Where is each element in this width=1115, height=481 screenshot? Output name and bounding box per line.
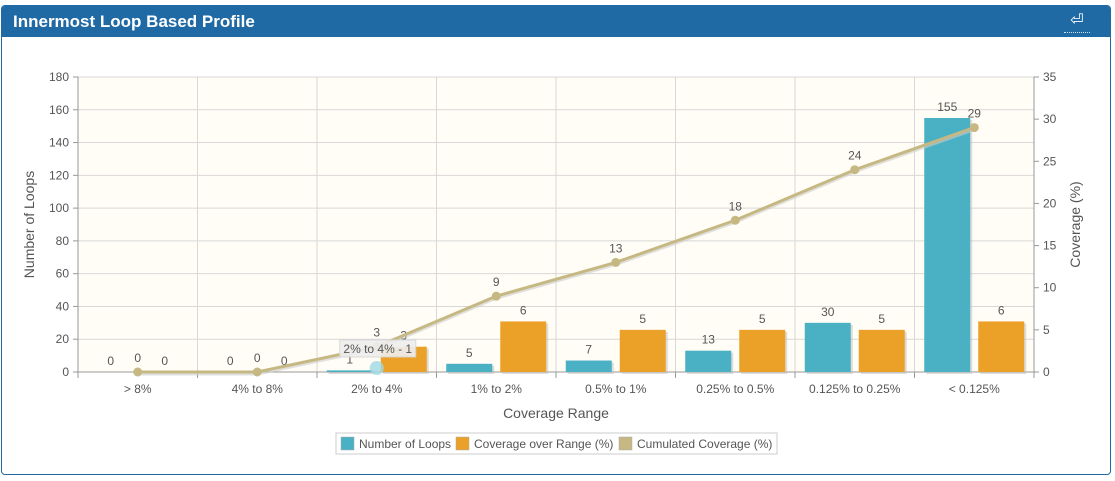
right-tick-label: 30: [1043, 112, 1057, 126]
left-tick-label: 160: [49, 103, 69, 117]
x-tick-label: 1% to 2%: [471, 382, 523, 396]
data-label-loops: 0: [227, 354, 234, 368]
left-tick-label: 140: [49, 136, 69, 150]
left-tick-label: 20: [56, 332, 70, 346]
tooltip-text: 2% to 4% - 1: [343, 342, 412, 356]
cumulated-point: [730, 215, 740, 225]
legend-swatch: [340, 436, 355, 451]
data-label-coverage: 5: [878, 312, 885, 326]
bar-number-of-loops: [565, 360, 612, 372]
left-tick-label: 40: [56, 299, 70, 313]
data-label-loops: 7: [585, 343, 592, 357]
bar-number-of-loops: [685, 350, 732, 372]
legend-label: Number of Loops: [359, 437, 451, 451]
bar-number-of-loops: [326, 370, 373, 372]
data-label-cumulated: 9: [493, 275, 500, 289]
data-label-cumulated: 18: [729, 199, 743, 213]
x-tick-label: 0.125% to 0.25%: [809, 382, 901, 396]
data-label-coverage: 5: [639, 312, 646, 326]
legend-swatch: [455, 436, 470, 451]
data-label-loops: 155: [937, 100, 957, 114]
data-label-cumulated: 0: [254, 351, 261, 365]
cumulated-point: [491, 291, 501, 301]
y-axis-title: Number of Loops: [21, 171, 37, 278]
y2-axis-title: Coverage (%): [1067, 181, 1083, 267]
data-label-cumulated: 29: [968, 107, 982, 121]
x-tick-label: 4% to 8%: [232, 382, 284, 396]
x-tick-label: 2% to 4%: [351, 382, 403, 396]
data-label-cumulated: 24: [848, 149, 862, 163]
cumulated-point: [252, 367, 262, 377]
right-tick-label: 5: [1043, 323, 1050, 337]
left-tick-label: 100: [49, 201, 69, 215]
legend-label: Coverage over Range (%): [474, 437, 613, 451]
data-label-coverage: 5: [759, 312, 766, 326]
left-tick-label: 80: [56, 234, 70, 248]
bar-coverage-over-range: [858, 329, 905, 372]
bar-shadow: [328, 372, 375, 374]
cumulated-point: [850, 165, 860, 175]
data-label-cumulated: 13: [609, 241, 623, 255]
left-tick-label: 60: [56, 267, 70, 281]
bar-number-of-loops: [924, 117, 971, 372]
data-label-coverage: 6: [998, 303, 1005, 317]
right-tick-label: 20: [1043, 196, 1057, 210]
x-tick-label: 0.25% to 0.5%: [696, 382, 774, 396]
x-tick-label: > 8%: [124, 382, 152, 396]
hover-marker: [369, 361, 384, 375]
legend-swatch: [618, 436, 633, 451]
x-axis-title: Coverage Range: [503, 405, 609, 421]
data-label-cumulated: 3: [373, 326, 380, 340]
cumulated-point: [969, 123, 979, 133]
bar-number-of-loops: [804, 322, 851, 372]
data-label-loops: 30: [821, 305, 835, 319]
data-label-loops: 0: [107, 354, 114, 368]
data-label-loops: 5: [466, 346, 473, 360]
chart: 02040608010012014016018005101520253035> …: [21, 70, 1083, 455]
right-tick-label: 35: [1043, 70, 1057, 84]
x-tick-label: < 0.125%: [949, 382, 1000, 396]
bar-coverage-over-range: [619, 329, 666, 372]
right-tick-label: 10: [1043, 281, 1057, 295]
data-label-coverage: 6: [520, 303, 527, 317]
right-tick-label: 15: [1043, 239, 1057, 253]
bar-coverage-over-range: [739, 329, 786, 372]
left-tick-label: 120: [49, 168, 69, 182]
bar-number-of-loops: [446, 363, 493, 372]
data-label-loops: 13: [702, 333, 716, 347]
bar-coverage-over-range: [978, 321, 1025, 372]
x-tick-label: 0.5% to 1%: [585, 382, 647, 396]
data-label-cumulated: 0: [134, 351, 141, 365]
left-tick-label: 0: [62, 365, 69, 379]
cumulated-point: [133, 367, 143, 377]
legend-label: Cumulated Coverage (%): [637, 437, 772, 451]
cumulated-point: [611, 257, 621, 267]
right-tick-label: 0: [1043, 365, 1050, 379]
right-tick-label: 25: [1043, 154, 1057, 168]
left-tick-label: 180: [49, 70, 69, 84]
data-label-coverage: 0: [161, 354, 168, 368]
bar-coverage-over-range: [500, 321, 547, 372]
